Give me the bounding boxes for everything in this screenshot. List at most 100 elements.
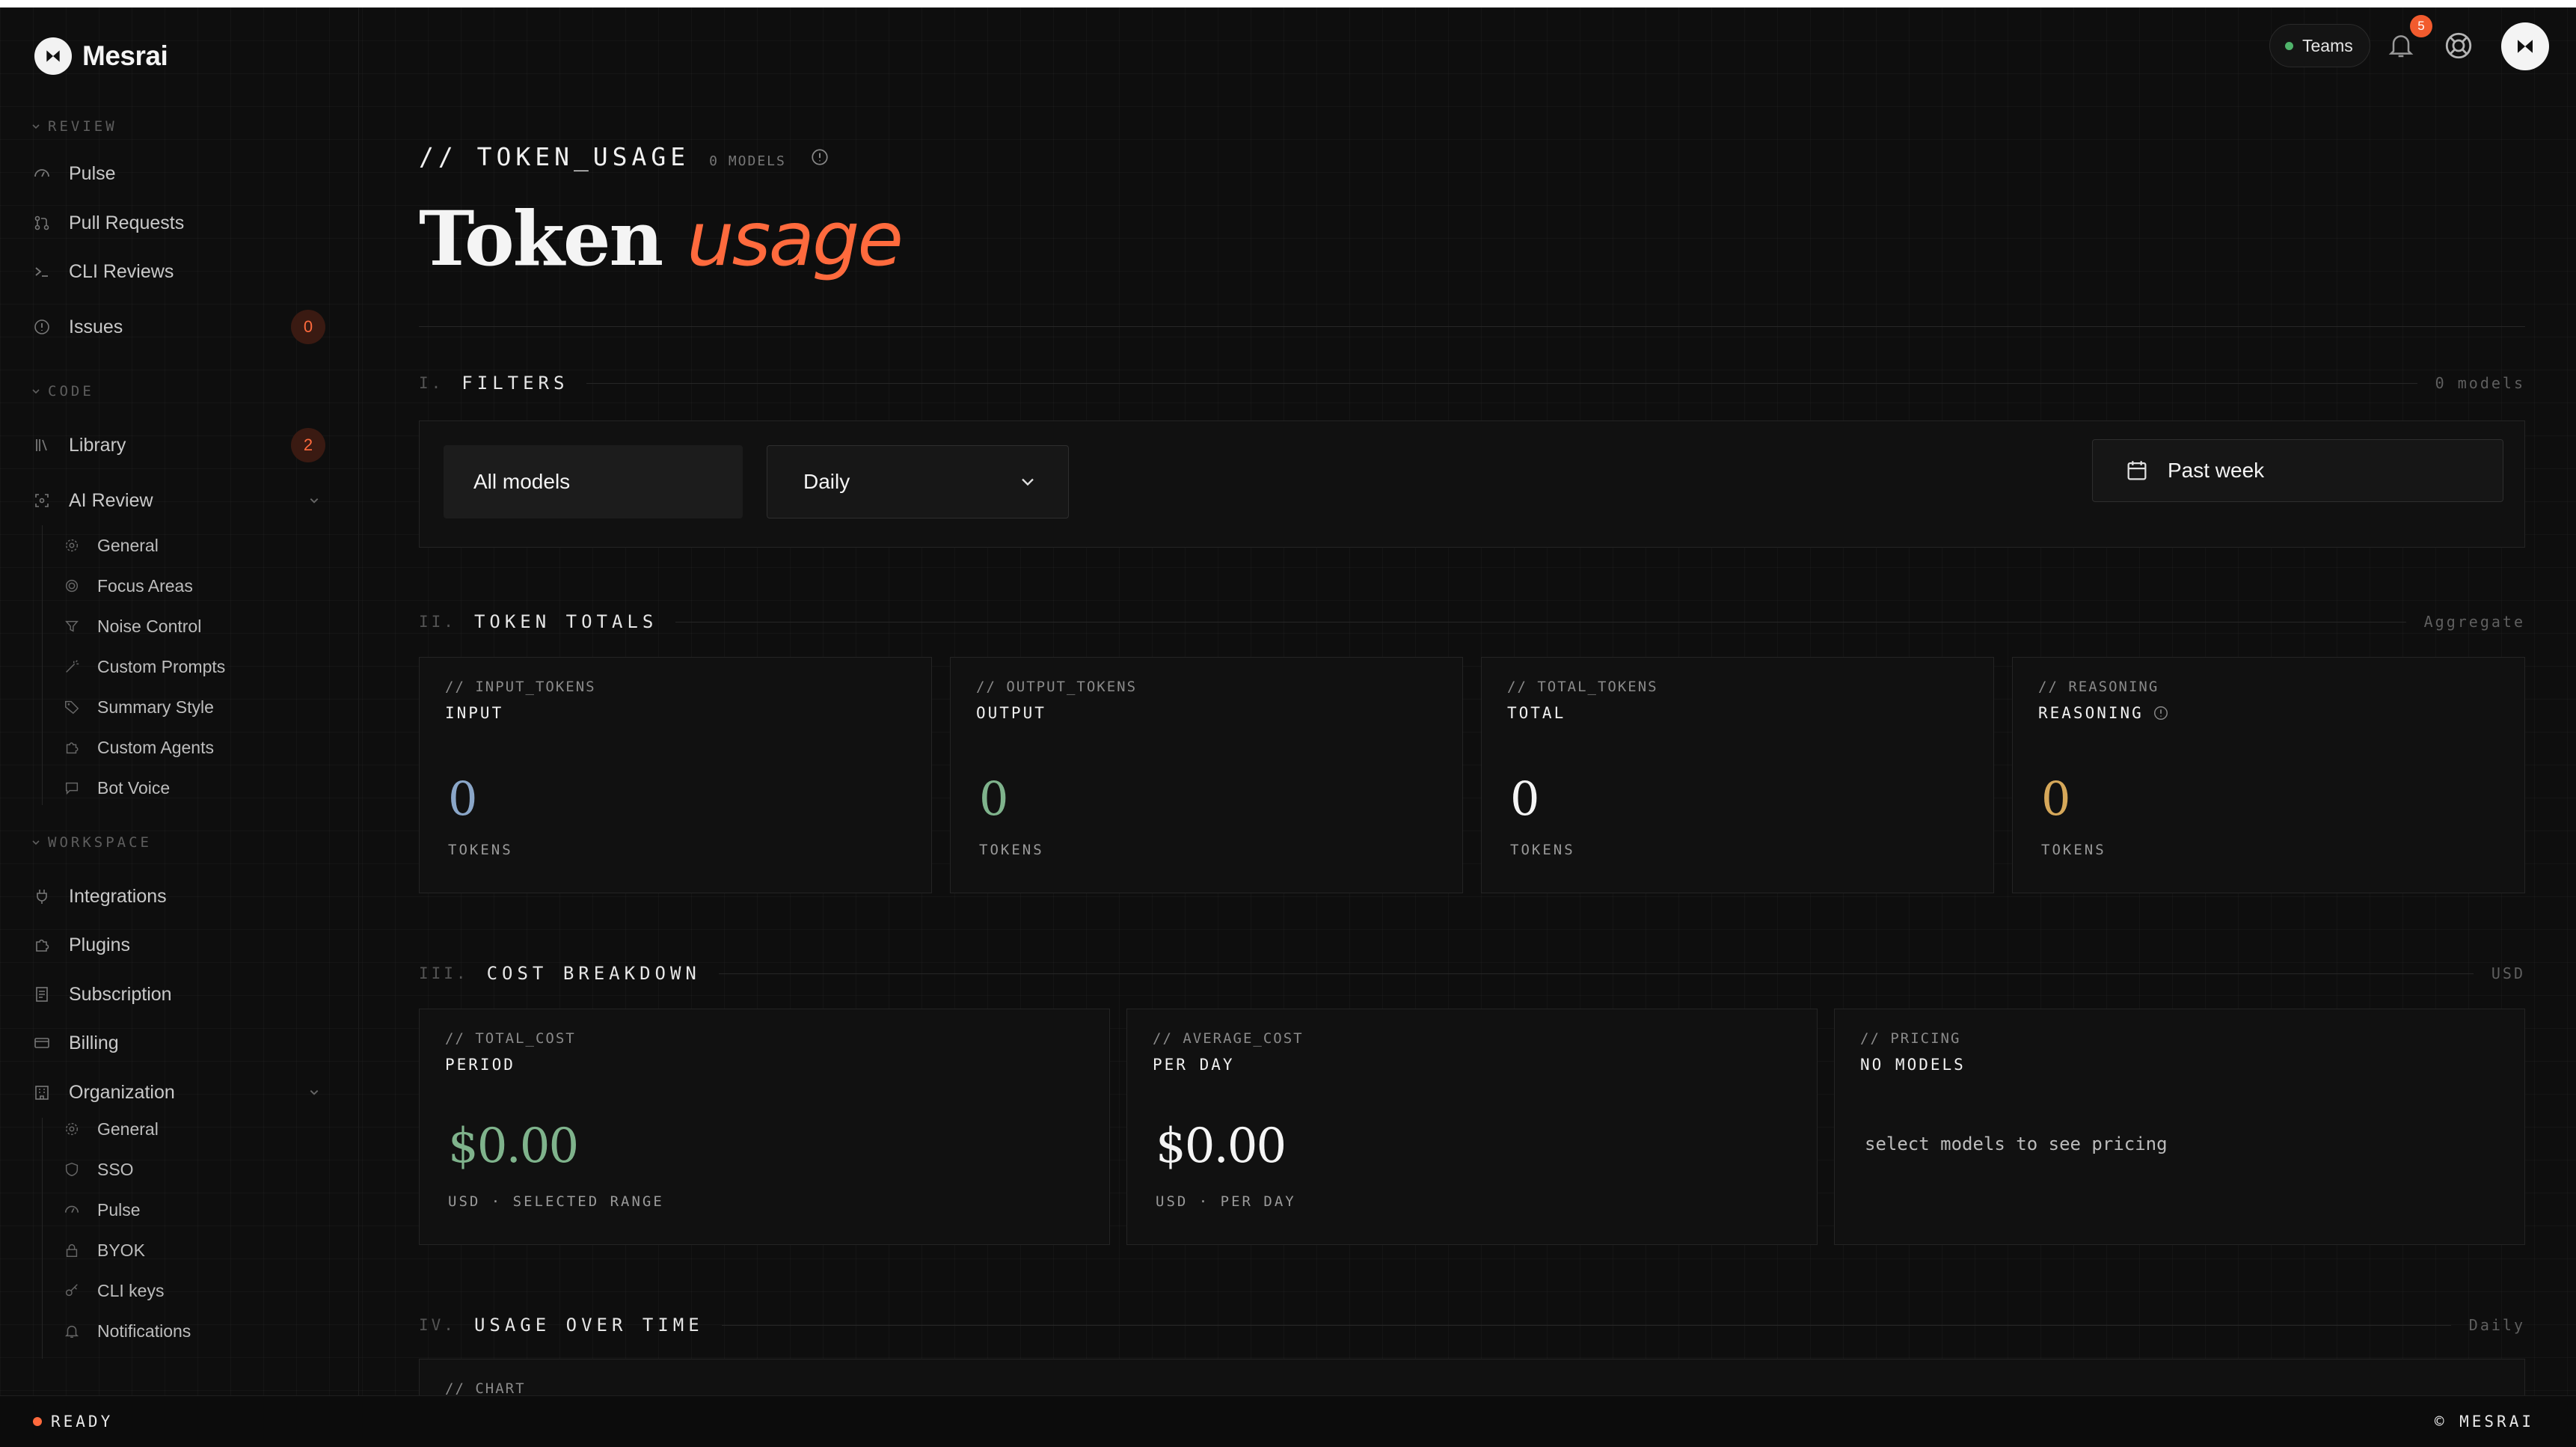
app-name: Mesrai [82, 40, 168, 71]
sidebar-item-label: Library [69, 434, 126, 456]
pulse-icon [63, 1201, 81, 1219]
sidebar-item-label: CLI Reviews [69, 260, 174, 282]
sidebar-item-label: Pull Requests [69, 212, 185, 233]
org-sub-general[interactable]: General [63, 1110, 325, 1148]
total-cost-card: // TOTAL_COST PERIOD $0.00 USD · SELECTE… [419, 1009, 1110, 1245]
plug-icon [31, 886, 52, 907]
page-title: Token usage [419, 195, 904, 283]
pricing-card: // PRICING NO MODELS select models to se… [1834, 1009, 2525, 1245]
ai-review-sub-focus-areas[interactable]: Focus Areas [63, 567, 325, 605]
receipt-icon [31, 984, 52, 1005]
lock-icon [63, 1241, 81, 1259]
org-sub-cli-keys[interactable]: CLI keys [63, 1272, 325, 1309]
ai-review-sub-bot-voice[interactable]: Bot Voice [63, 769, 325, 807]
info-icon[interactable] [2153, 705, 2169, 721]
date-range-button[interactable]: Past week [2092, 439, 2503, 502]
message-icon [63, 779, 81, 797]
page-slug: // TOKEN_USAGE [419, 142, 690, 171]
building-icon [31, 1082, 52, 1103]
sidebar-item-ai-review[interactable]: AI Review [31, 480, 325, 521]
sidebar-item-billing[interactable]: Billing [31, 1022, 325, 1064]
output-tokens-card: // OUTPUT_TOKENS OUTPUT 0 TOKENS [950, 657, 1463, 893]
gear-icon [63, 536, 81, 554]
model-select[interactable]: All models [444, 445, 743, 518]
page-label: // TOKEN_USAGE 0 MODELS [419, 142, 829, 171]
input-tokens-card: // INPUT_TOKENS INPUT 0 TOKENS [419, 657, 932, 893]
sidebar-item-integrations[interactable]: Integrations [31, 875, 325, 917]
sidebar: Mesrai REVIEW Pulse Pull Requests CLI Re… [0, 7, 359, 1395]
reasoning-tokens-value: 0 [2041, 771, 2071, 826]
pulse-icon [31, 163, 52, 184]
section-header-filters: I. FILTERS 0 models [419, 373, 2525, 394]
sidebar-item-label: Issues [69, 316, 123, 337]
filters-panel: All models Daily Past week [419, 420, 2525, 548]
model-count: 0 MODELS [709, 153, 786, 169]
calendar-icon [2127, 461, 2147, 480]
org-sub-notifications[interactable]: Notifications [63, 1312, 325, 1350]
puzzle-icon [31, 934, 52, 955]
terminal-icon [31, 261, 52, 282]
section-header-cost-breakdown: III. COST BREAKDOWN USD [419, 963, 2525, 984]
shield-icon [63, 1160, 81, 1178]
ai-review-sub-summary-style[interactable]: Summary Style [63, 688, 325, 726]
section-review-header[interactable]: REVIEW [31, 118, 117, 135]
chevron-down-icon [310, 1090, 319, 1095]
page-title-accent: usage [687, 195, 904, 283]
ai-review-icon [31, 490, 52, 511]
chevron-down-icon [1022, 478, 1034, 486]
wand-icon [63, 658, 81, 676]
target-icon [63, 577, 81, 595]
sidebar-item-plugins[interactable]: Plugins [31, 924, 325, 966]
section-code-header[interactable]: CODE [31, 383, 94, 400]
filter-icon [63, 617, 81, 635]
app-window: Mesrai REVIEW Pulse Pull Requests CLI Re… [0, 7, 2576, 1447]
chevron-down-icon [32, 124, 40, 129]
pricing-empty-note: select models to see pricing [1865, 1134, 2168, 1154]
tag-icon [63, 698, 81, 716]
info-circle-icon [31, 316, 52, 337]
bell-icon [63, 1322, 81, 1340]
chevron-down-icon [32, 389, 40, 394]
footer-brand: © MESRAI [2434, 1413, 2534, 1431]
puzzle-icon [63, 738, 81, 756]
sidebar-item-pulse[interactable]: Pulse [31, 153, 325, 195]
chevron-down-icon [310, 498, 319, 504]
library-icon [31, 435, 52, 456]
main-content: // TOKEN_USAGE 0 MODELS Token usage I. F… [419, 7, 2525, 1447]
key-icon [63, 1282, 81, 1300]
sidebar-item-subscription[interactable]: Subscription [31, 973, 325, 1015]
card-icon [31, 1033, 52, 1053]
sidebar-item-pull-requests[interactable]: Pull Requests [31, 202, 325, 244]
average-cost-value: $0.00 [1156, 1119, 1287, 1174]
sidebar-item-label: AI Review [69, 489, 153, 511]
chevron-down-icon [32, 840, 40, 845]
section-workspace-header[interactable]: WORKSPACE [31, 834, 152, 851]
total-cost-value: $0.00 [448, 1119, 579, 1174]
top-strip [0, 0, 2576, 7]
sidebar-item-organization[interactable]: Organization [31, 1071, 325, 1113]
app-logo[interactable]: Mesrai [34, 37, 168, 75]
status-indicator: READY [33, 1413, 113, 1431]
sidebar-item-issues[interactable]: Issues 0 [31, 306, 325, 348]
sidebar-item-label: Pulse [69, 162, 116, 184]
sidebar-item-library[interactable]: Library 2 [31, 424, 325, 466]
org-sub-byok[interactable]: BYOK [63, 1232, 325, 1269]
status-dot [33, 1417, 42, 1426]
ai-review-sub-noise-control[interactable]: Noise Control [63, 608, 325, 645]
pull-request-icon [31, 212, 52, 233]
status-bar: READY © MESRAI [0, 1395, 2576, 1447]
org-sub-sso[interactable]: SSO [63, 1151, 325, 1188]
interval-select[interactable]: Daily [767, 445, 1069, 518]
ai-review-sub-custom-agents[interactable]: Custom Agents [63, 729, 325, 766]
ai-review-sub-general[interactable]: General [63, 527, 325, 564]
total-tokens-value: 0 [1510, 771, 1540, 826]
info-icon[interactable] [810, 147, 829, 167]
divider [419, 326, 2525, 327]
section-header-token-totals: II. TOKEN TOTALS Aggregate [419, 611, 2525, 632]
section-header-usage-over-time: IV. USAGE OVER TIME Daily [419, 1315, 2525, 1336]
org-sub-pulse[interactable]: Pulse [63, 1191, 325, 1229]
issues-count-badge: 0 [291, 310, 325, 344]
logo-mark-icon [34, 37, 72, 75]
sidebar-item-cli-reviews[interactable]: CLI Reviews [31, 251, 325, 293]
ai-review-sub-custom-prompts[interactable]: Custom Prompts [63, 648, 325, 685]
